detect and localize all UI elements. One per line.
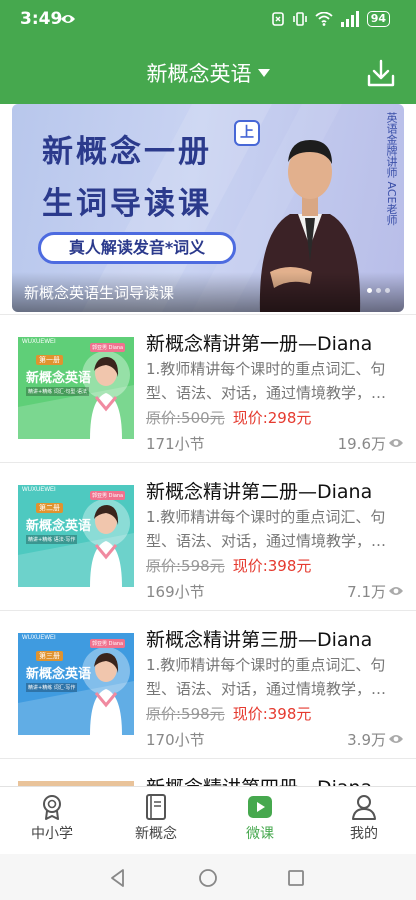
course-category-selector[interactable]: 新概念英语 bbox=[0, 58, 416, 88]
home-icon[interactable] bbox=[198, 868, 218, 888]
download-icon[interactable] bbox=[366, 58, 396, 88]
cover-title: 新概念英语 bbox=[26, 667, 92, 682]
battery-indicator: 94 bbox=[366, 11, 390, 27]
course-price: 原价:598元 现价:398元 bbox=[146, 703, 311, 724]
back-icon[interactable] bbox=[108, 868, 128, 888]
cover-subtitle: 精讲+精练 词汇·写作 bbox=[26, 683, 78, 692]
current-price: 现价:398元 bbox=[232, 705, 312, 723]
cover-teacher: 郭亚男 Diana bbox=[90, 639, 126, 648]
course-thumbnail: WUXUEWEI 第三册 新概念英语 精讲+精练 词汇·写作 郭亚男 Diana bbox=[18, 633, 134, 735]
cover-teacher: 郭亚男 Diana bbox=[90, 491, 126, 500]
bottom-navigation: 中小学 新概念 微课 我的 bbox=[0, 786, 416, 854]
current-price: 现价:298元 bbox=[232, 409, 312, 427]
banner-title-line1: 新概念一册 bbox=[42, 134, 212, 170]
tab-profile[interactable]: 我的 bbox=[312, 787, 416, 855]
system-icons: 94 bbox=[271, 11, 390, 27]
lesson-count: 169小节 bbox=[146, 583, 205, 601]
tab-label: 中小学 bbox=[31, 826, 73, 842]
original-price: 原价:500元 bbox=[146, 409, 225, 427]
play-icon bbox=[248, 796, 272, 818]
view-count: 7.1万 bbox=[347, 583, 386, 601]
banner-teacher-label: 英语金牌讲师 ACE老师 bbox=[385, 112, 398, 226]
eye-icon bbox=[389, 439, 403, 447]
banner-tagline: 真人解读发音*词义 bbox=[38, 232, 236, 264]
cover-title: 新概念英语 bbox=[26, 519, 92, 534]
system-navigation-bar bbox=[0, 854, 416, 900]
course-description: 1.教师精讲每个课时的重点词汇、句型、语法、对话，通过情境教学，… bbox=[146, 508, 387, 550]
course-price: 原价:500元 现价:298元 bbox=[146, 407, 311, 428]
tab-label: 微课 bbox=[246, 826, 274, 842]
chevron-down-icon bbox=[257, 69, 270, 77]
vibrate-icon bbox=[292, 12, 307, 26]
book-icon bbox=[146, 794, 166, 820]
course-title: 新概念精讲第一册—Diana bbox=[146, 333, 373, 355]
nfc-icon bbox=[271, 12, 284, 26]
cover-volume: 第二册 bbox=[36, 503, 63, 513]
eye-icon bbox=[389, 735, 403, 743]
app-header: 3:49 94 新概念英语 bbox=[0, 0, 416, 104]
cover-brand: WUXUEWEI bbox=[22, 635, 56, 641]
course-description: 1.教师精讲每个课时的重点词汇、句型、语法、对话，通过情境教学，… bbox=[146, 360, 387, 402]
original-price: 原价:598元 bbox=[146, 557, 225, 575]
tab-label: 我的 bbox=[350, 826, 378, 842]
carousel-dot bbox=[385, 288, 390, 293]
status-bar: 3:49 94 bbox=[0, 0, 416, 40]
course-title: 新概念精讲第三册—Diana bbox=[146, 629, 373, 651]
lesson-count: 170小节 bbox=[146, 731, 205, 749]
cover-subtitle: 精讲+精练 词汇·句型·语法 bbox=[26, 387, 89, 396]
course-description: 1.教师精讲每个课时的重点词汇、句型、语法、对话，通过情境教学，… bbox=[146, 656, 387, 698]
cover-volume: 第三册 bbox=[36, 651, 63, 661]
banner-caption: 新概念英语生词导读课 bbox=[24, 284, 175, 302]
course-title: 新概念精讲第四册—Diana bbox=[146, 773, 402, 786]
course-list[interactable]: WUXUEWEI 第一册 新概念英语 精讲+精练 词汇·句型·语法 郭亚男 Di… bbox=[0, 314, 416, 786]
cover-teacher: 郭亚男 Diana bbox=[90, 343, 126, 352]
course-price: 原价:598元 现价:398元 bbox=[146, 555, 311, 576]
status-time: 3:49 bbox=[20, 9, 63, 29]
tab-new-concept[interactable]: 新概念 bbox=[104, 787, 208, 855]
lesson-count: 171小节 bbox=[146, 435, 205, 453]
banner-title-line2: 生词导读课 bbox=[42, 186, 212, 222]
tab-primary-school[interactable]: 中小学 bbox=[0, 787, 104, 855]
course-card[interactable]: WUXUEWEI 第三册 新概念英语 精讲+精练 词汇·写作 郭亚男 Diana… bbox=[0, 610, 416, 758]
course-card[interactable]: WUXUEWEI 第一册 新概念英语 精讲+精练 词汇·句型·语法 郭亚男 Di… bbox=[0, 314, 416, 462]
course-title: 新概念精讲第二册—Diana bbox=[146, 481, 373, 503]
promo-banner[interactable]: 新概念一册 上 生词导读课 真人解读发音*词义 英语金牌讲师 ACE老师 新概念… bbox=[12, 104, 404, 312]
carousel-dot bbox=[367, 288, 372, 293]
cover-volume: 第一册 bbox=[36, 355, 63, 365]
tab-label: 新概念 bbox=[135, 826, 177, 842]
page-title: 新概念英语 bbox=[146, 62, 252, 86]
cover-subtitle: 精讲+精练 语法·写作 bbox=[26, 535, 78, 544]
cover-brand: WUXUEWEI bbox=[22, 339, 56, 345]
original-price: 原价:598元 bbox=[146, 705, 225, 723]
wifi-icon bbox=[315, 12, 333, 26]
profile-icon bbox=[352, 795, 376, 820]
current-price: 现价:398元 bbox=[232, 557, 312, 575]
view-count: 3.9万 bbox=[347, 731, 386, 749]
medal-icon bbox=[43, 795, 61, 820]
tab-micro-course[interactable]: 微课 bbox=[208, 787, 312, 855]
course-thumbnail: WUXUEWEI 第二册 新概念英语 精讲+精练 语法·写作 郭亚男 Diana bbox=[18, 485, 134, 587]
cover-title: 新概念英语 bbox=[26, 371, 92, 386]
view-count: 19.6万 bbox=[337, 435, 386, 453]
cover-brand: WUXUEWEI bbox=[22, 487, 56, 493]
recents-icon[interactable] bbox=[286, 868, 306, 888]
course-card[interactable]: WUXUEWEI 第二册 新概念英语 精讲+精练 语法·写作 郭亚男 Diana… bbox=[0, 462, 416, 610]
eye-icon bbox=[61, 15, 75, 23]
eye-icon bbox=[389, 587, 403, 595]
course-thumbnail: WUXUEWEI 第一册 新概念英语 精讲+精练 词汇·句型·语法 郭亚男 Di… bbox=[18, 337, 134, 439]
course-card[interactable]: 新概念精讲第四册—Diana bbox=[0, 758, 416, 786]
signal-icon bbox=[340, 11, 359, 27]
carousel-dot bbox=[376, 288, 381, 293]
carousel-indicator bbox=[367, 288, 390, 293]
